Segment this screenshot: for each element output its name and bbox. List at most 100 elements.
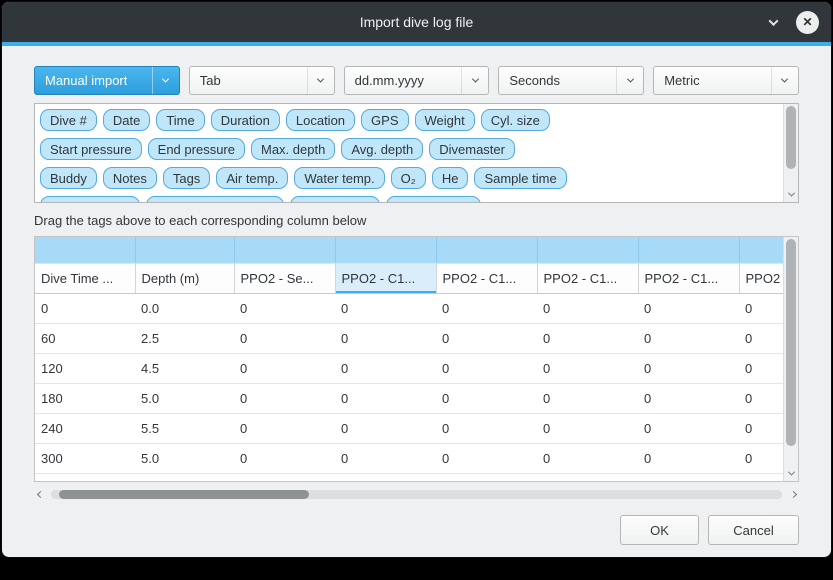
draggable-tag[interactable]: GPS xyxy=(361,109,408,131)
draggable-tag[interactable]: He xyxy=(432,167,469,189)
draggable-tag[interactable]: Start pressure xyxy=(40,138,142,160)
draggable-tag[interactable]: Sample CNS xyxy=(386,196,481,203)
column-header[interactable]: PPO2 - C1... xyxy=(436,263,537,293)
draggable-tag[interactable]: Dive # xyxy=(40,109,97,131)
draggable-tag[interactable]: Sample time xyxy=(474,167,566,189)
table-cell: 0 xyxy=(739,323,783,353)
draggable-tag[interactable]: Location xyxy=(286,109,355,131)
table-cell: 0 xyxy=(335,293,436,323)
draggable-tag[interactable]: Duration xyxy=(211,109,280,131)
column-header[interactable]: PPO2 - C1... xyxy=(537,263,638,293)
draggable-tag[interactable]: Time xyxy=(156,109,204,131)
table-horizontal-scrollbar[interactable] xyxy=(34,487,799,502)
table-cell: 300 xyxy=(35,443,135,473)
column-drop-target[interactable] xyxy=(234,237,335,263)
column-header[interactable]: PPO2 - C1... xyxy=(638,263,739,293)
draggable-tag[interactable]: Cyl. size xyxy=(481,109,550,131)
draggable-tag[interactable]: Buddy xyxy=(40,167,97,189)
table-row: 602.5000000 xyxy=(35,323,783,353)
shade-button[interactable] xyxy=(764,13,782,31)
scroll-down-button[interactable] xyxy=(784,187,798,202)
draggable-tag[interactable]: Sample pO₂ xyxy=(290,196,380,203)
table-row: 1204.5000000 xyxy=(35,353,783,383)
table-cell: 0 xyxy=(436,293,537,323)
draggable-tag[interactable]: Divemaster xyxy=(429,138,515,160)
table-cell: 0 xyxy=(537,413,638,443)
cancel-button[interactable]: Cancel xyxy=(708,515,799,545)
scrollbar-handle[interactable] xyxy=(786,239,796,446)
ok-button[interactable]: OK xyxy=(620,515,699,545)
column-drop-target[interactable] xyxy=(537,237,638,263)
table-cell: 0 xyxy=(234,443,335,473)
titlebar[interactable]: Import dive log file ✕ xyxy=(2,2,831,42)
chevron-down-icon xyxy=(768,16,778,26)
combo-date-format[interactable]: dd.mm.yyyy xyxy=(344,66,490,95)
chevron-down-icon xyxy=(771,67,798,94)
column-drop-target[interactable] xyxy=(638,237,739,263)
table-cell: 0 xyxy=(35,293,135,323)
scroll-right-button[interactable] xyxy=(787,492,799,497)
column-header[interactable]: Dive Time ... xyxy=(35,263,135,293)
scroll-left-button[interactable] xyxy=(34,492,46,497)
column-header[interactable]: Depth (m) xyxy=(135,263,234,293)
combo-value-import-mode: Manual import xyxy=(45,73,127,88)
window-title: Import dive log file xyxy=(360,14,474,30)
chevron-down-icon xyxy=(152,67,179,94)
table-cell: 0 xyxy=(638,383,739,413)
draggable-tag[interactable]: Tags xyxy=(163,167,210,189)
column-drop-target[interactable] xyxy=(135,237,234,263)
draggable-tag[interactable]: Air temp. xyxy=(216,167,288,189)
table-cell: 0 xyxy=(436,353,537,383)
table-row: 2405.5000000 xyxy=(35,413,783,443)
column-drop-target[interactable] xyxy=(35,237,135,263)
draggable-tag[interactable]: Max. depth xyxy=(251,138,335,160)
table-vertical-scrollbar[interactable] xyxy=(783,237,798,481)
instruction-label: Drag the tags above to each correspondin… xyxy=(34,213,799,228)
table-cell: 0 xyxy=(638,413,739,443)
table-cell: 0 xyxy=(537,443,638,473)
chevron-down-icon xyxy=(616,67,643,94)
scroll-down-button[interactable] xyxy=(784,466,798,481)
chevron-down-icon xyxy=(787,190,794,197)
combo-units[interactable]: Metric xyxy=(653,66,799,95)
table-cell: 0 xyxy=(638,443,739,473)
table-cell: 0 xyxy=(638,353,739,383)
draggable-tag[interactable]: Sample temperature xyxy=(146,196,284,203)
close-icon: ✕ xyxy=(802,15,812,29)
scrollbar-track[interactable] xyxy=(786,106,796,185)
table-cell: 0 xyxy=(638,293,739,323)
combo-import-mode[interactable]: Manual import xyxy=(34,66,180,95)
draggable-tag[interactable]: O₂ xyxy=(391,167,426,189)
table-cell: 4.5 xyxy=(135,353,234,383)
toolbar: Manual import Tab dd.mm.yyyy Seconds Metric xyxy=(34,66,799,95)
tag-palette-scrollbar[interactable] xyxy=(783,104,798,202)
chevron-down-icon xyxy=(307,67,334,94)
scrollbar-handle[interactable] xyxy=(786,106,796,169)
scrollbar-handle[interactable] xyxy=(59,490,309,499)
column-drop-target[interactable] xyxy=(335,237,436,263)
table-cell: 0 xyxy=(234,413,335,443)
close-button[interactable]: ✕ xyxy=(796,11,819,34)
column-header[interactable]: PPO2 xyxy=(739,263,783,293)
draggable-tag[interactable]: End pressure xyxy=(148,138,245,160)
column-drop-target[interactable] xyxy=(436,237,537,263)
combo-time-format[interactable]: Seconds xyxy=(498,66,644,95)
chevron-left-icon xyxy=(36,491,43,498)
draggable-tag[interactable]: Water temp. xyxy=(294,167,384,189)
scrollbar-track[interactable] xyxy=(786,239,796,464)
column-header[interactable]: PPO2 - Se... xyxy=(234,263,335,293)
draggable-tag[interactable]: Date xyxy=(103,109,150,131)
scrollbar-track[interactable] xyxy=(51,490,782,499)
combo-field-separator[interactable]: Tab xyxy=(189,66,335,95)
draggable-tag[interactable]: Weight xyxy=(415,109,475,131)
tag-palette: Dive # Date Time Duration Location GPS Weight C… xyxy=(34,103,799,203)
draggable-tag[interactable]: Notes xyxy=(103,167,157,189)
column-drop-target[interactable] xyxy=(739,237,783,263)
table-cell: 0 xyxy=(739,293,783,323)
column-header[interactable]: PPO2 - C1... xyxy=(335,263,436,293)
table-cell: 5.5 xyxy=(135,413,234,443)
draggable-tag[interactable]: Avg. depth xyxy=(341,138,423,160)
table-cell: 0 xyxy=(436,443,537,473)
column-drop-row xyxy=(35,237,783,263)
draggable-tag[interactable]: Sample depth xyxy=(40,196,140,203)
